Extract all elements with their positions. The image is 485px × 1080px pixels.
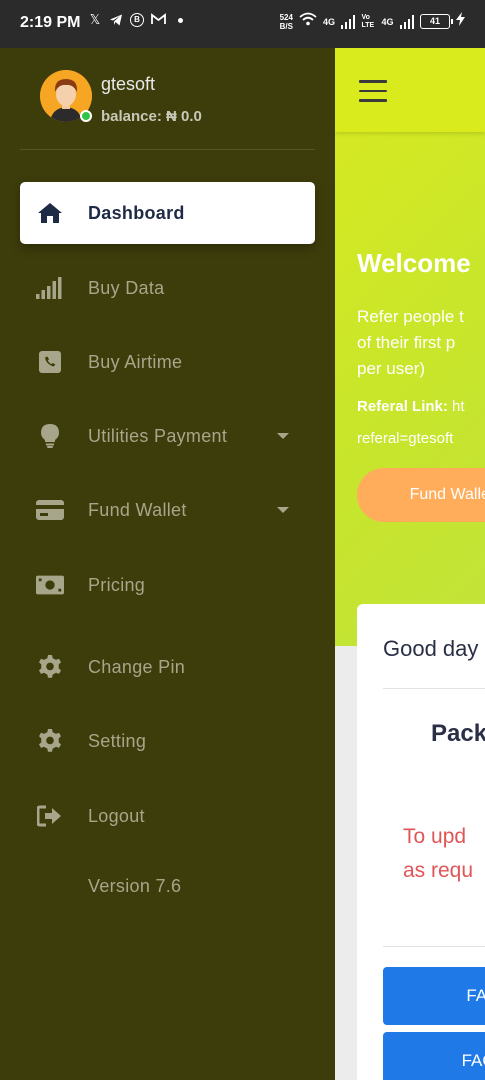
network-speed: 524 B/S [279, 12, 293, 31]
sidebar-item-dashboard[interactable]: Dashboard [20, 182, 315, 244]
divider [383, 688, 485, 689]
sidebar-item-setting[interactable]: Setting [20, 710, 315, 772]
package-heading: Pack [431, 720, 485, 747]
sign-out-icon [36, 802, 64, 830]
username: gtesoft [101, 74, 156, 94]
system-icons: 524 B/S 4G Vo LTE 4G 41 [280, 12, 465, 31]
status-time: 2:19 PM [20, 14, 81, 31]
telegram-icon [109, 13, 123, 27]
sidebar-divider [20, 149, 315, 150]
sidebar-item-buy-data[interactable]: Buy Data [20, 257, 315, 319]
signal-1-icon [340, 14, 356, 29]
main-content: Welcome Refer people t of their first p … [335, 48, 485, 1080]
sidebar-item-label: Utilities Payment [88, 425, 228, 446]
app-version: Version 7.6 [88, 876, 182, 896]
status-bar: 2:19 PM 𝕏 B 524 B/S 4G Vo LTE 4G 41 [0, 0, 485, 48]
lightbulb-icon [36, 422, 64, 450]
menu-icon[interactable] [359, 80, 387, 102]
charging-icon [456, 12, 465, 31]
volte-indicator: Vo LTE [361, 13, 375, 29]
greeting: Good day [383, 636, 479, 661]
hero-section: Welcome Refer people t of their first p … [335, 48, 485, 646]
notification-icons: 𝕏 B [88, 13, 183, 27]
sidebar-item-label: Pricing [88, 574, 146, 595]
chevron-down-icon [277, 433, 289, 439]
faq-button-2[interactable]: FAQ rega [383, 1032, 485, 1080]
network-type-2: 4G [381, 16, 394, 27]
dot-icon [178, 17, 183, 23]
referal-link[interactable]: Referal Link: ht [357, 398, 465, 415]
warning-text: To upd as requ [403, 825, 474, 882]
chevron-down-icon [277, 507, 289, 513]
balance: balance: ₦ 0.0 [101, 108, 202, 125]
gear-icon [36, 653, 64, 681]
sidebar-item-label: Fund Wallet [88, 499, 187, 520]
home-icon [36, 199, 64, 227]
sidebar-item-buy-airtime[interactable]: Buy Airtime [20, 331, 315, 393]
x-icon: 𝕏 [89, 12, 101, 27]
b-circle-icon: B [130, 13, 144, 27]
referal-param: referal=gtesoft [357, 430, 454, 447]
signal-bars-icon [36, 274, 64, 302]
sidebar-item-label: Buy Data [88, 277, 165, 298]
signal-2-icon [399, 14, 414, 29]
battery-icon: 41 [420, 14, 453, 29]
refer-text: Refer people t of their first p per user… [357, 307, 464, 378]
sidebar: gtesoft balance: ₦ 0.0 Dashboard Buy Dat… [0, 48, 335, 1080]
info-card: Good day Pack To upd as requ FAQ reg FAQ… [357, 604, 485, 1080]
sidebar-item-label: Setting [88, 730, 147, 751]
sidebar-item-change-pin[interactable]: Change Pin [20, 636, 315, 698]
gmail-icon [151, 13, 166, 27]
sidebar-item-pricing[interactable]: Pricing [20, 554, 315, 616]
sidebar-item-label: Buy Airtime [88, 351, 183, 372]
gear-icon [36, 727, 64, 755]
credit-card-icon [36, 496, 64, 524]
phone-square-icon [36, 348, 64, 376]
profile-section: gtesoft balance: ₦ 0.0 [0, 48, 335, 150]
sidebar-item-label: Logout [88, 805, 145, 826]
faq-button-1[interactable]: FAQ reg [383, 967, 485, 1025]
divider [383, 946, 485, 947]
online-status-dot [80, 110, 92, 122]
network-type-1: 4G [322, 16, 335, 27]
money-bill-icon [36, 571, 64, 599]
sidebar-item-label: Change Pin [88, 656, 186, 677]
sidebar-item-fund-wallet[interactable]: Fund Wallet [20, 479, 315, 541]
fund-wallet-button[interactable]: Fund Wallet [357, 468, 485, 522]
welcome-heading: Welcome [357, 248, 471, 278]
sidebar-item-logout[interactable]: Logout [20, 785, 315, 847]
sidebar-item-label: Dashboard [88, 202, 185, 223]
top-bar [335, 48, 485, 132]
sidebar-item-utilities-payment[interactable]: Utilities Payment [20, 405, 315, 467]
wifi-icon [299, 12, 317, 31]
